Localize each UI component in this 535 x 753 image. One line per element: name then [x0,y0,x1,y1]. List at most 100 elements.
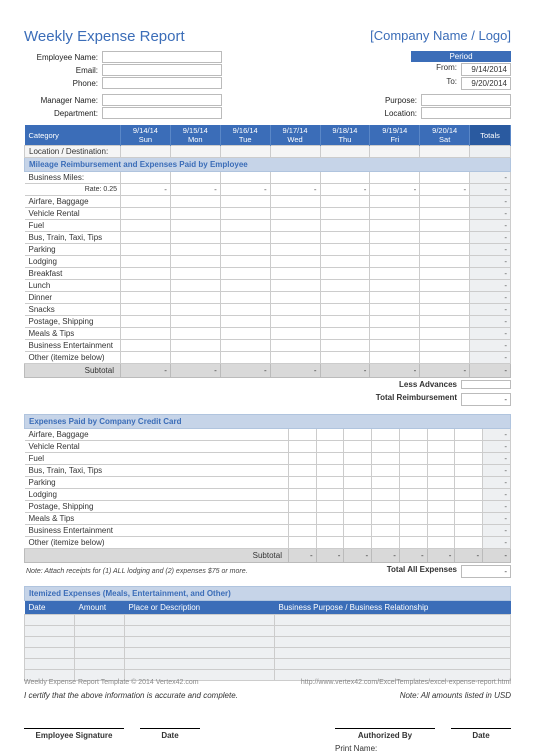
expense-cell[interactable] [344,537,372,549]
expense-cell[interactable] [316,501,344,513]
expense-cell[interactable] [270,220,320,232]
expense-cell[interactable] [455,537,483,549]
email-input[interactable] [102,64,222,76]
expense-cell[interactable] [270,268,320,280]
expense-cell[interactable] [316,429,344,441]
phone-input[interactable] [102,77,222,89]
expense-cell[interactable] [344,453,372,465]
expense-cell[interactable] [121,352,171,364]
expense-cell[interactable] [320,268,370,280]
expense-cell[interactable] [288,513,316,525]
expense-cell[interactable] [420,220,470,232]
expense-cell[interactable] [320,316,370,328]
expense-cell[interactable] [270,328,320,340]
expense-cell[interactable] [372,441,400,453]
expense-cell[interactable] [170,232,220,244]
expense-cell[interactable] [320,220,370,232]
expense-cell[interactable] [344,429,372,441]
expense-cell[interactable] [170,340,220,352]
expense-cell[interactable] [420,304,470,316]
expense-cell[interactable] [320,208,370,220]
expense-cell[interactable] [220,244,270,256]
expense-cell[interactable] [316,477,344,489]
expense-cell[interactable] [270,232,320,244]
expense-cell[interactable] [220,232,270,244]
expense-cell[interactable] [420,256,470,268]
period-to-value[interactable]: 9/20/2014 [461,77,511,90]
expense-cell[interactable] [316,489,344,501]
expense-cell[interactable] [427,537,455,549]
expense-cell[interactable] [344,501,372,513]
expense-cell[interactable] [270,316,320,328]
expense-cell[interactable] [270,256,320,268]
expense-cell[interactable] [427,453,455,465]
item-cell[interactable] [25,648,75,659]
expense-cell[interactable] [320,232,370,244]
expense-cell[interactable] [288,525,316,537]
expense-cell[interactable] [370,280,420,292]
expense-cell[interactable] [316,513,344,525]
expense-cell[interactable] [320,328,370,340]
expense-cell[interactable] [288,465,316,477]
expense-cell[interactable] [316,525,344,537]
expense-cell[interactable] [220,340,270,352]
item-cell[interactable] [275,648,511,659]
expense-cell[interactable] [320,256,370,268]
expense-cell[interactable] [370,232,420,244]
expense-cell[interactable] [420,280,470,292]
expense-cell[interactable] [270,304,320,316]
item-cell[interactable] [25,637,75,648]
expense-cell[interactable] [455,525,483,537]
expense-cell[interactable] [288,453,316,465]
expense-cell[interactable] [121,256,171,268]
expense-cell[interactable] [170,196,220,208]
expense-cell[interactable] [370,244,420,256]
expense-cell[interactable] [455,453,483,465]
expense-cell[interactable] [121,220,171,232]
expense-cell[interactable] [399,489,427,501]
expense-cell[interactable] [170,268,220,280]
expense-cell[interactable] [320,280,370,292]
expense-cell[interactable] [270,280,320,292]
expense-cell[interactable] [121,304,171,316]
expense-cell[interactable] [170,328,220,340]
expense-cell[interactable] [420,196,470,208]
expense-cell[interactable] [220,280,270,292]
expense-cell[interactable] [370,208,420,220]
expense-cell[interactable] [455,477,483,489]
expense-cell[interactable] [420,268,470,280]
expense-cell[interactable] [455,441,483,453]
expense-cell[interactable] [399,441,427,453]
item-cell[interactable] [125,637,275,648]
item-cell[interactable] [125,626,275,637]
expense-cell[interactable] [170,292,220,304]
expense-cell[interactable] [170,256,220,268]
item-cell[interactable] [125,659,275,670]
expense-cell[interactable] [370,352,420,364]
expense-cell[interactable] [121,268,171,280]
item-cell[interactable] [275,615,511,626]
expense-cell[interactable] [270,196,320,208]
expense-cell[interactable] [370,304,420,316]
expense-cell[interactable] [170,220,220,232]
manager-input[interactable] [102,94,222,106]
expense-cell[interactable] [121,244,171,256]
expense-cell[interactable] [372,429,400,441]
expense-cell[interactable] [370,328,420,340]
expense-cell[interactable] [427,465,455,477]
expense-cell[interactable] [288,489,316,501]
item-cell[interactable] [25,615,75,626]
item-cell[interactable] [75,637,125,648]
expense-cell[interactable] [170,208,220,220]
expense-cell[interactable] [427,477,455,489]
expense-cell[interactable] [220,352,270,364]
expense-cell[interactable] [320,244,370,256]
expense-cell[interactable] [427,489,455,501]
expense-cell[interactable] [288,537,316,549]
expense-cell[interactable] [372,513,400,525]
expense-cell[interactable] [370,256,420,268]
expense-cell[interactable] [455,429,483,441]
expense-cell[interactable] [270,352,320,364]
expense-cell[interactable] [288,477,316,489]
expense-cell[interactable] [121,328,171,340]
